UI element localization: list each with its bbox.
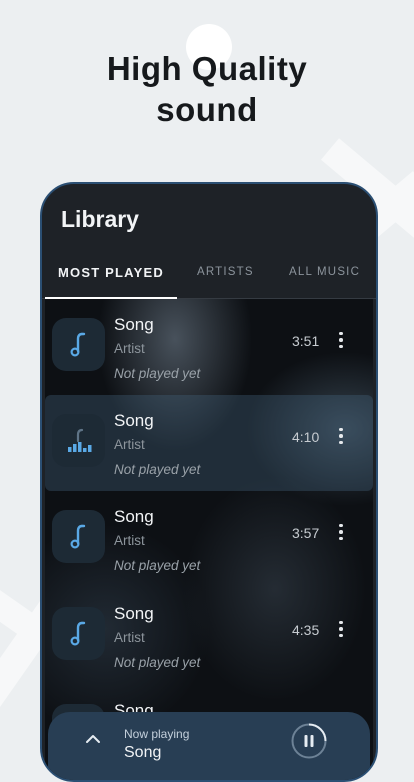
more-options-icon[interactable] xyxy=(333,517,349,547)
song-artist: Artist xyxy=(114,437,145,452)
song-title: Song xyxy=(114,507,154,526)
promo-headline: High Quality sound xyxy=(0,48,414,130)
song-duration: 4:10 xyxy=(292,429,320,445)
song-title: Song xyxy=(114,315,154,334)
list-item[interactable]: Song Artist Not played yet 3:57 xyxy=(45,491,373,587)
play-status: Not played yet xyxy=(114,655,201,670)
tab-most-played[interactable]: MOST PLAYED xyxy=(58,265,164,280)
song-thumbnail xyxy=(52,510,105,563)
pause-button[interactable] xyxy=(290,722,328,760)
tab-all-music[interactable]: ALL MUSIC xyxy=(289,266,360,278)
tab-bar: MOST PLAYED ARTISTS ALL MUSIC xyxy=(42,252,376,299)
now-playing-label: Now playing xyxy=(124,727,190,741)
music-note-icon xyxy=(69,332,85,357)
song-thumbnail xyxy=(52,318,105,371)
song-thumbnail xyxy=(52,607,105,660)
list-item[interactable]: Song Artist Not played yet 3:51 xyxy=(45,299,373,395)
song-artist: Artist xyxy=(114,630,145,645)
equalizer-icon xyxy=(67,428,91,452)
phone-mockup: Library MOST PLAYED ARTISTS ALL MUSIC So… xyxy=(40,182,378,782)
song-duration: 3:57 xyxy=(292,525,320,541)
play-status: Not played yet xyxy=(114,558,201,573)
song-artist: Artist xyxy=(114,341,145,356)
play-status: Not played yet xyxy=(114,462,201,477)
more-options-icon[interactable] xyxy=(333,614,349,644)
more-options-icon[interactable] xyxy=(333,421,349,451)
page-title: Library xyxy=(61,206,139,232)
list-item[interactable]: Song Artist Not played yet 4:35 xyxy=(45,588,373,684)
music-note-icon xyxy=(69,524,85,549)
chevron-up-icon[interactable] xyxy=(84,732,102,744)
song-duration: 4:35 xyxy=(292,622,320,638)
song-title: Song xyxy=(114,411,154,430)
song-artist: Artist xyxy=(114,533,145,548)
more-options-icon[interactable] xyxy=(333,325,349,355)
song-thumbnail xyxy=(52,414,105,467)
song-title: Song xyxy=(114,604,154,623)
now-playing-bar[interactable]: Now playing Song xyxy=(48,712,370,780)
tab-artists[interactable]: ARTISTS xyxy=(197,266,254,278)
list-item[interactable]: Song Artist Not played yet 4:10 xyxy=(45,395,373,491)
music-note-icon xyxy=(69,621,85,646)
headline-line-2: sound xyxy=(156,91,258,128)
now-playing-song: Song xyxy=(124,744,162,761)
play-status: Not played yet xyxy=(114,366,201,381)
song-duration: 3:51 xyxy=(292,333,320,349)
song-list[interactable]: Song Artist Not played yet 3:51 Song Art… xyxy=(45,299,373,779)
headline-line-1: High Quality xyxy=(106,50,308,87)
